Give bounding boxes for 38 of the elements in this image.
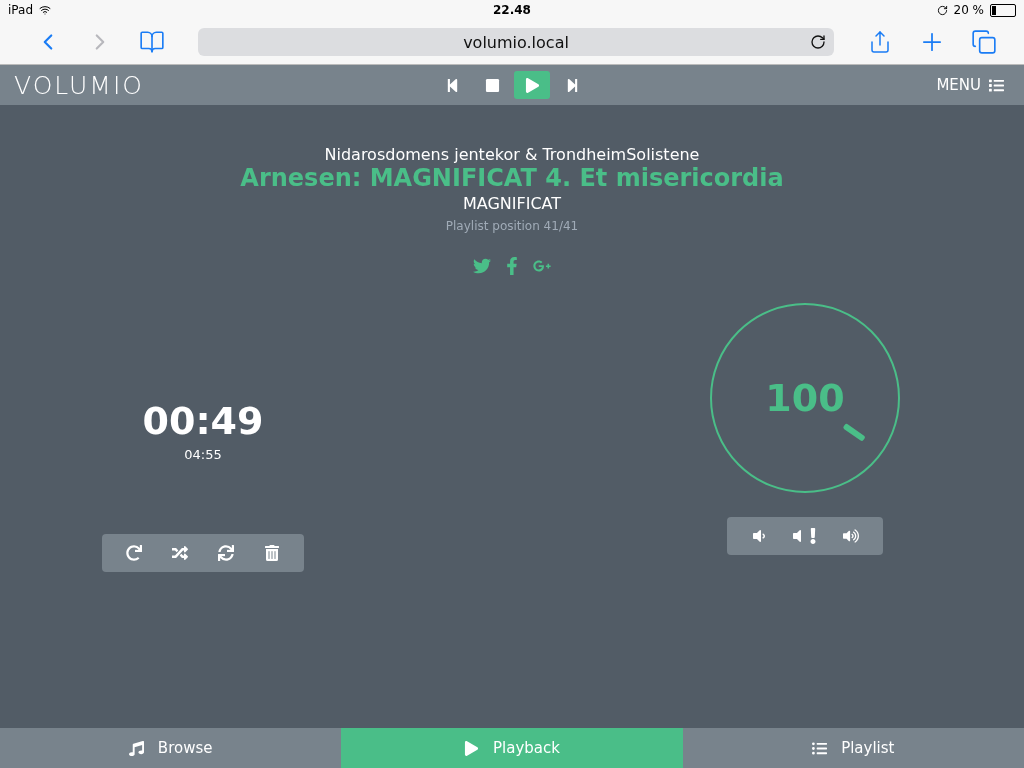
volume-down-icon <box>751 528 767 544</box>
clock: 22.48 <box>493 3 531 17</box>
volume-up-icon <box>843 528 859 544</box>
total-time: 04:55 <box>184 447 222 462</box>
list-icon <box>989 77 1004 93</box>
menu-button[interactable]: MENU <box>930 75 1010 95</box>
list-icon <box>812 740 828 756</box>
book-icon <box>139 29 165 55</box>
volume-value: 100 <box>765 376 845 420</box>
wifi-icon <box>39 4 51 16</box>
play-button[interactable] <box>514 71 550 99</box>
share-icon <box>868 30 892 54</box>
bottom-tab[interactable]: Playback <box>341 728 683 768</box>
stop-icon <box>484 77 500 93</box>
battery-percentage: 20 % <box>953 3 984 17</box>
bottom-tab[interactable]: Browse <box>0 728 342 768</box>
track-title: Arnesen: MAGNIFICAT 4. Et misericordia <box>240 164 784 192</box>
rotation-lock-icon <box>936 4 948 16</box>
repeat-icon <box>126 545 142 561</box>
sync-icon <box>218 545 234 561</box>
play-icon <box>524 77 540 93</box>
logo: VOLUMIO <box>14 70 144 100</box>
playlist-position: Playlist position 41/41 <box>445 219 579 233</box>
elapsed-time: 00:49 <box>142 399 264 443</box>
shuffle-icon <box>172 545 188 561</box>
twitter-icon[interactable] <box>473 257 491 275</box>
music-note-icon <box>128 740 144 756</box>
album-name: MAGNIFICAT <box>462 194 562 213</box>
artist-name: Nidarosdomens jentekor & TrondheimSolistene <box>324 145 700 164</box>
address-bar[interactable]: volumio.local <box>198 28 834 56</box>
device-name: iPad <box>8 3 33 17</box>
play-icon <box>464 740 479 756</box>
volume-knob[interactable]: 100 <box>710 303 900 493</box>
bottom-tab[interactable]: Playlist <box>682 728 1024 768</box>
reload-icon[interactable] <box>810 34 826 50</box>
battery-icon <box>990 3 1016 17</box>
tabs-icon <box>971 29 997 55</box>
trash-icon <box>264 545 280 561</box>
